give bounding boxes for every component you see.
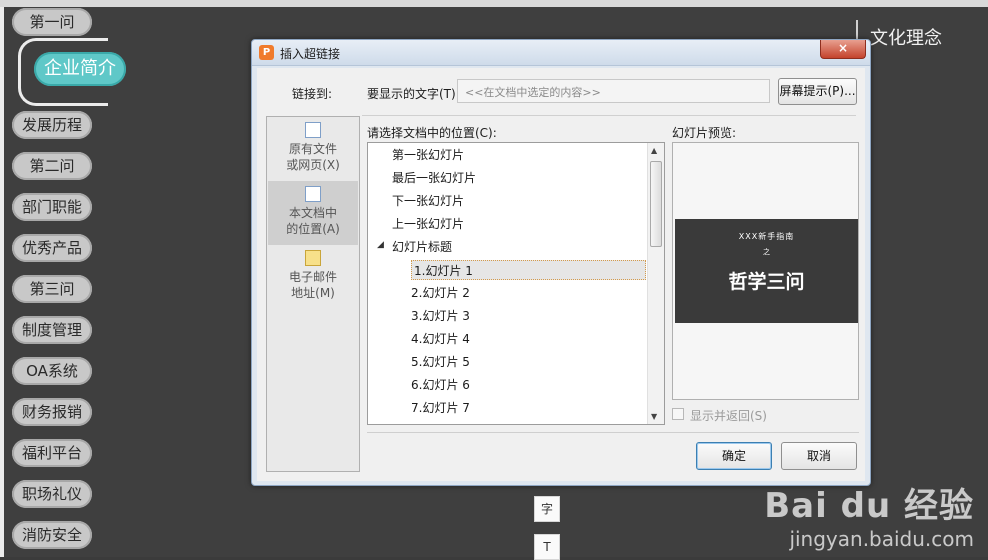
nav-item-6[interactable]: 优秀产品 bbox=[12, 234, 92, 262]
link-to-panel: 原有文件 或网页(X) 本文档中 的位置(A) 电子邮件 地址(M) bbox=[266, 116, 360, 472]
nav-item-13[interactable]: 消防安全 bbox=[12, 521, 92, 549]
preview-connector: 之 bbox=[763, 248, 770, 256]
email-icon bbox=[305, 250, 321, 266]
top-strip bbox=[0, 0, 988, 7]
link-to-place-line2: 的位置(A) bbox=[286, 222, 340, 236]
dialog-title: 插入超链接 bbox=[280, 47, 341, 61]
link-to-existing-file-line2: 或网页(X) bbox=[286, 158, 340, 172]
tree-slide-4[interactable]: 4.幻灯片 4 bbox=[411, 329, 470, 349]
document-location-tree[interactable]: 第一张幻灯片 最后一张幻灯片 下一张幻灯片 上一张幻灯片 ◢ 幻灯片标题 1.幻… bbox=[367, 142, 665, 425]
link-to-email[interactable]: 电子邮件 地址(M) bbox=[268, 245, 358, 309]
nav-item-11[interactable]: 福利平台 bbox=[12, 439, 92, 467]
char-format-icon[interactable]: 字 bbox=[534, 496, 560, 522]
nav-item-4[interactable]: 第二问 bbox=[12, 152, 92, 180]
scroll-thumb[interactable] bbox=[650, 161, 662, 247]
nav-item-8[interactable]: 制度管理 bbox=[12, 316, 92, 344]
tree-slide-7[interactable]: 7.幻灯片 7 bbox=[411, 398, 470, 418]
preview-subtitle: XXX新手指南 bbox=[738, 232, 795, 241]
link-to-place-in-document[interactable]: 本文档中 的位置(A) bbox=[268, 181, 358, 245]
cancel-button[interactable]: 取消 bbox=[781, 442, 857, 470]
slide-title: 文化理念 bbox=[870, 28, 942, 49]
watermark: Bai du 经验 jingyan.baidu.com bbox=[764, 478, 974, 551]
location-label: 请选择文档中的位置(C): bbox=[367, 126, 497, 140]
show-and-return-label: 显示并返回(S) bbox=[690, 409, 767, 423]
web-page-icon bbox=[305, 122, 321, 138]
insert-hyperlink-dialog: P 插入超链接 × 链接到: 要显示的文字(T): <<在文档中选定的内容>> … bbox=[251, 39, 871, 486]
nav-item-2-active[interactable]: 企业简介 bbox=[34, 52, 126, 86]
nav-item-3[interactable]: 发展历程 bbox=[12, 111, 92, 139]
link-to-email-line1: 电子邮件 bbox=[288, 270, 337, 284]
nav-item-10[interactable]: 财务报销 bbox=[12, 398, 92, 426]
tree-item-first-slide[interactable]: 第一张幻灯片 bbox=[392, 145, 464, 165]
close-button[interactable]: × bbox=[820, 40, 866, 59]
scroll-up-arrow-icon[interactable]: ▲ bbox=[651, 146, 657, 155]
nav-item-5[interactable]: 部门职能 bbox=[12, 193, 92, 221]
watermark-url: jingyan.baidu.com bbox=[789, 527, 974, 551]
separator bbox=[362, 115, 856, 116]
link-to-label: 链接到: bbox=[292, 87, 333, 101]
show-and-return-checkbox[interactable] bbox=[672, 408, 684, 420]
link-to-existing-file-line1: 原有文件 bbox=[288, 142, 337, 156]
tree-scrollbar[interactable]: ▲ ▼ bbox=[647, 143, 664, 424]
tree-slide-6[interactable]: 6.幻灯片 6 bbox=[411, 375, 470, 395]
nav-item-9[interactable]: OA系统 bbox=[12, 357, 92, 385]
ok-button[interactable]: 确定 bbox=[696, 442, 772, 470]
document-place-icon bbox=[305, 186, 321, 202]
scroll-down-arrow-icon[interactable]: ▼ bbox=[651, 412, 657, 421]
app-icon: P bbox=[259, 45, 274, 60]
bottom-separator bbox=[367, 432, 859, 433]
link-to-existing-file[interactable]: 原有文件 或网页(X) bbox=[268, 117, 358, 181]
tree-slide-2[interactable]: 2.幻灯片 2 bbox=[411, 283, 470, 303]
display-text-label: 要显示的文字(T): bbox=[367, 87, 460, 101]
tree-item-next-slide[interactable]: 下一张幻灯片 bbox=[392, 191, 464, 211]
preview-main-title: 哲学三问 bbox=[728, 271, 805, 293]
tree-item-last-slide[interactable]: 最后一张幻灯片 bbox=[392, 168, 476, 188]
tree-slide-3[interactable]: 3.幻灯片 3 bbox=[411, 306, 470, 326]
screen-tip-button[interactable]: 屏幕提示(P)... bbox=[778, 78, 857, 105]
display-text-input[interactable]: <<在文档中选定的内容>> bbox=[457, 79, 770, 103]
link-to-email-line2: 地址(M) bbox=[291, 286, 335, 300]
slide-preview: XXX新手指南 之 哲学三问 bbox=[675, 219, 858, 323]
tree-item-previous-slide[interactable]: 上一张幻灯片 bbox=[392, 214, 464, 234]
preview-label: 幻灯片预览: bbox=[672, 126, 737, 140]
tree-expander-icon[interactable]: ◢ bbox=[377, 240, 384, 250]
dialog-titlebar[interactable]: P 插入超链接 bbox=[252, 40, 870, 66]
slide-preview-frame: XXX新手指南 之 哲学三问 bbox=[672, 142, 859, 400]
tree-slide-5[interactable]: 5.幻灯片 5 bbox=[411, 352, 470, 372]
nav-item-12[interactable]: 职场礼仪 bbox=[12, 480, 92, 508]
nav-item-7[interactable]: 第三问 bbox=[12, 275, 92, 303]
tree-group-slide-titles[interactable]: 幻灯片标题 bbox=[392, 237, 452, 257]
textbox-icon[interactable]: T bbox=[534, 534, 560, 560]
tree-slide-1[interactable]: 1.幻灯片 1 bbox=[411, 260, 646, 280]
nav-item-1[interactable]: 第一问 bbox=[12, 8, 92, 36]
link-to-place-line1: 本文档中 bbox=[288, 206, 337, 220]
